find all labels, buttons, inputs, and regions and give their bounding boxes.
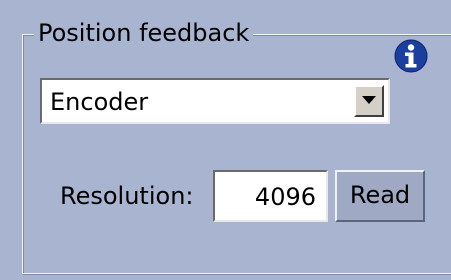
resolution-input[interactable]: 4096 [213, 170, 328, 222]
group-title: Position feedback [34, 18, 254, 48]
feedback-type-value: Encoder [50, 88, 149, 116]
dropdown-arrow-button[interactable] [354, 85, 384, 117]
group-box-frame [22, 34, 451, 274]
position-feedback-panel: Position feedback Encoder Resolution: 40… [0, 0, 451, 280]
read-button[interactable]: Read [335, 170, 425, 222]
feedback-type-dropdown[interactable]: Encoder [40, 78, 390, 124]
chevron-down-icon [362, 96, 376, 104]
info-icon[interactable] [394, 39, 428, 73]
resolution-label: Resolution: [60, 182, 194, 210]
